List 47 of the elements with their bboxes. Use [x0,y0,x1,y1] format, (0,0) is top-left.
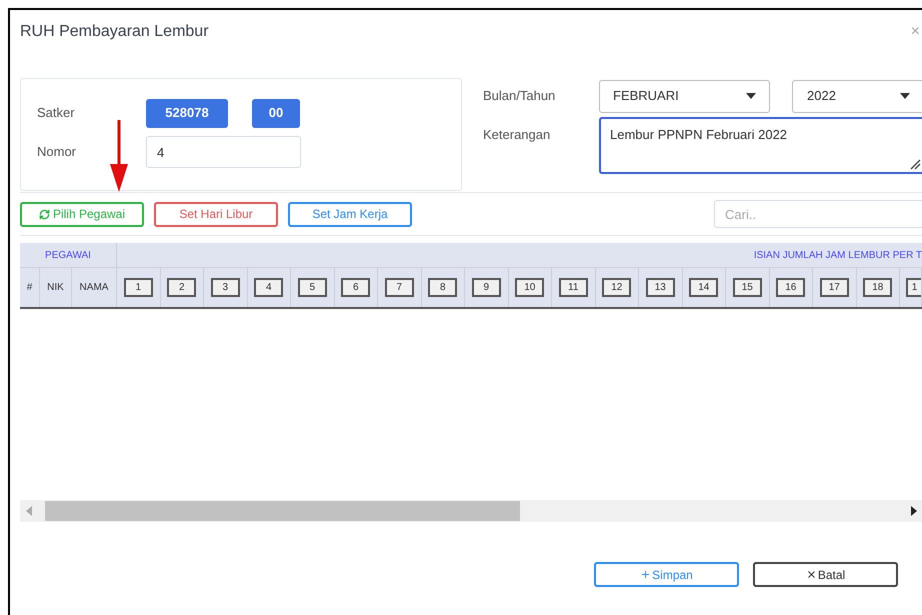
group-header: PEGAWAI [20,243,117,267]
day-button[interactable]: 2 [167,278,196,297]
bulan-tahun-label: Bulan/Tahun [483,87,556,106]
column-header: NIK [40,268,72,307]
satker-label: Satker [37,104,76,122]
nomor-field[interactable]: 4 [146,136,301,168]
arrow-drawing [109,120,129,192]
resize-handle-icon[interactable] [910,159,921,170]
day-button[interactable]: 15 [732,278,762,297]
scroll-right-icon[interactable] [911,506,917,516]
nomor-label: Nomor [37,143,78,162]
month-select[interactable]: FEBRUARI [599,80,770,112]
dialog-title: RUH Pembayaran Lembur [20,22,209,42]
day-button[interactable]: 9 [472,278,501,297]
day-button[interactable]: 3 [210,278,240,297]
caret-icon [746,93,756,99]
satker-sub-code: 00 [252,98,300,128]
keterangan-label: Keterangan [483,126,552,144]
keterangan-field[interactable]: Lembur PPNPN Februari 2022 [599,117,922,174]
day-button[interactable]: 7 [384,278,414,297]
search-field[interactable]: Cari.. [714,200,922,228]
refresh-icon [38,208,50,220]
day-button[interactable]: 14 [689,278,718,297]
day-button[interactable]: 12 [602,278,632,297]
year-select[interactable]: 2022 [792,80,922,112]
day-button[interactable]: 1 [124,278,153,297]
plus-icon [640,569,652,580]
column-header: # [20,268,40,307]
day-button[interactable]: 11 [558,278,588,297]
day-button[interactable]: 4 [254,278,284,297]
satker-code: 528078 [146,98,228,128]
day-button[interactable]: 8 [428,278,458,297]
day-button[interactable]: 18 [863,278,892,297]
close-icon [806,569,817,580]
day-button[interactable]: 16 [776,278,806,297]
scrollbar-thumb[interactable] [45,501,520,521]
day-button[interactable]: 5 [298,278,327,297]
cancel-button[interactable]: Batal [753,562,898,587]
group-header: ISIAN JUMLAH JAM LEMBUR PER T [752,248,922,262]
day-button[interactable]: 6 [341,278,370,297]
toolbar-button[interactable]: Set Hari Libur [154,202,278,226]
column-header: NAMA [72,268,117,307]
day-button[interactable]: 17 [820,278,849,297]
caret-icon [900,93,910,99]
day-button[interactable]: 10 [515,278,544,297]
day-button[interactable]: 13 [646,278,675,297]
day-button[interactable]: 1 [906,278,921,297]
